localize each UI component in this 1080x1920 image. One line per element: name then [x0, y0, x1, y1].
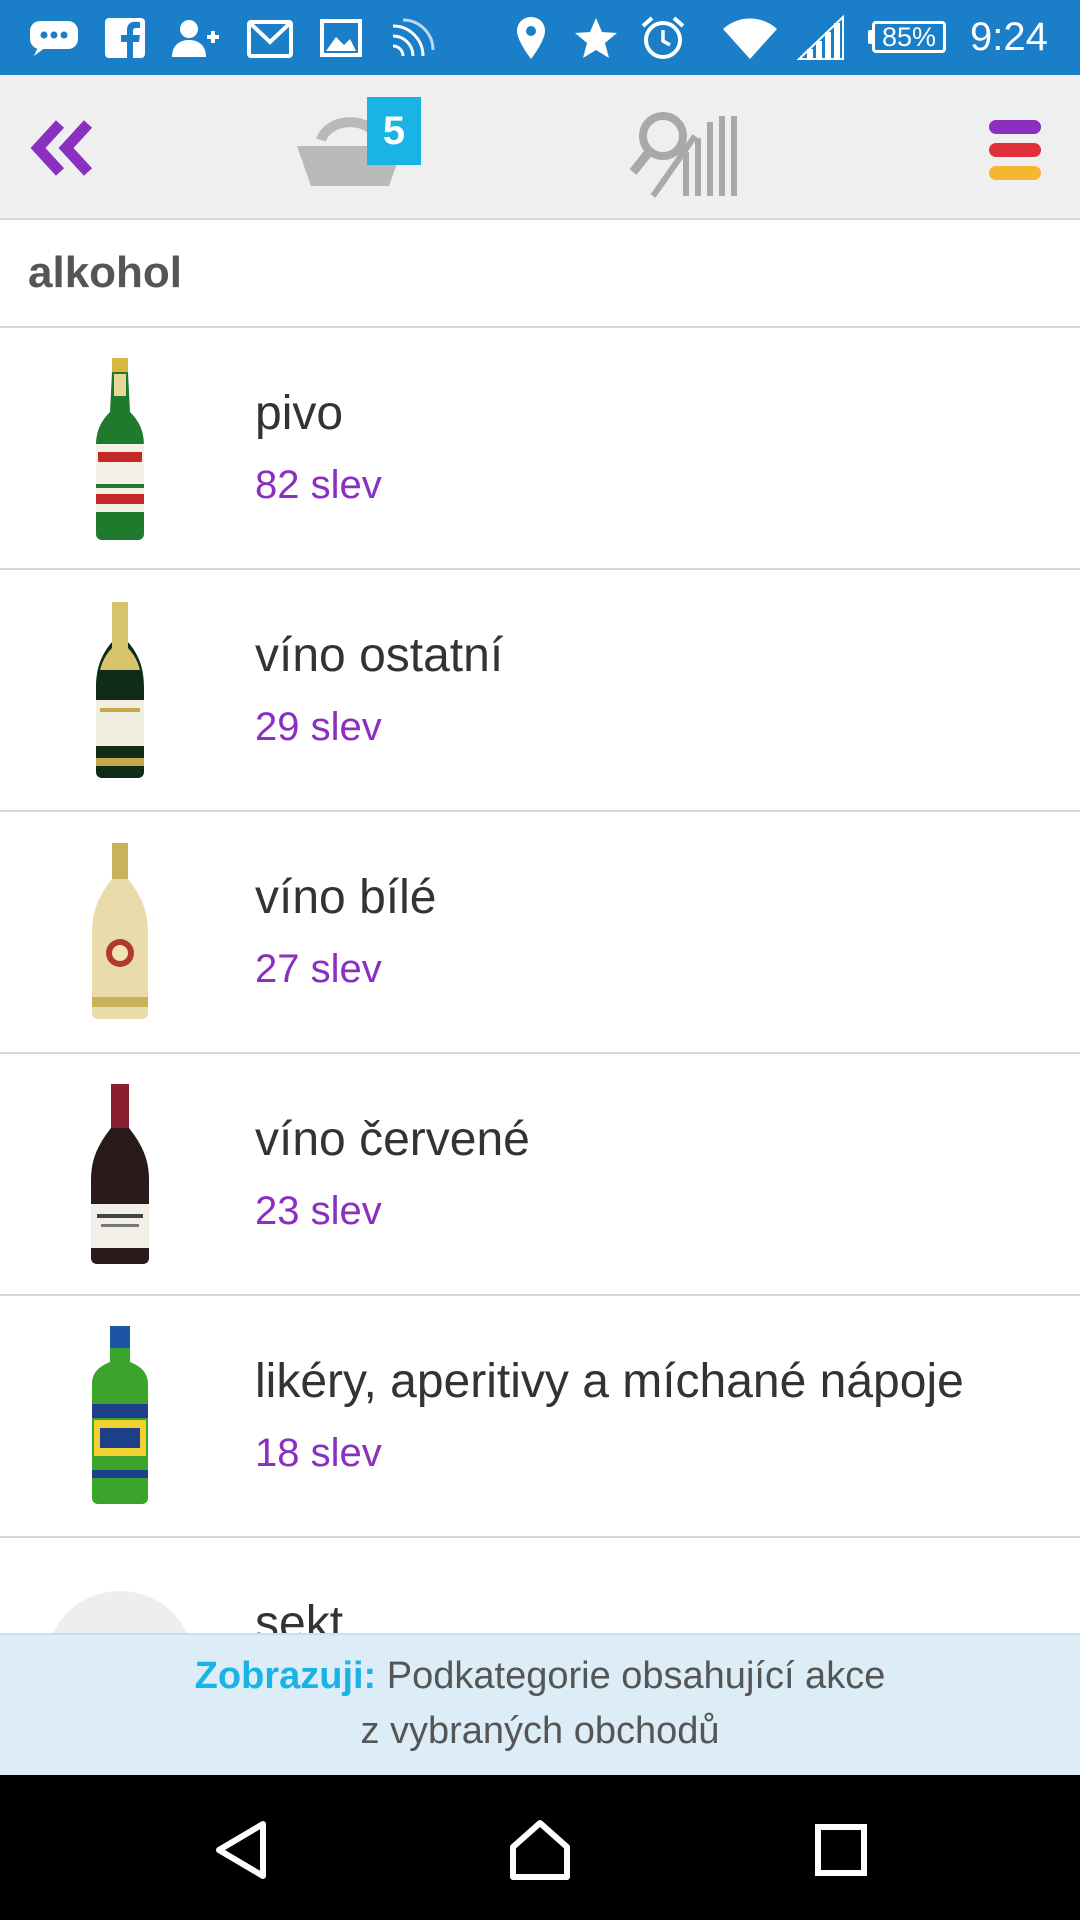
cast-icon [388, 12, 438, 64]
double-chevron-left-icon [30, 119, 93, 176]
alarm-icon [638, 12, 688, 64]
toolbar: 5 [0, 75, 1080, 220]
item-discount-count: 29 slev [255, 705, 382, 749]
liqueur-bottle-thumbnail [60, 1316, 180, 1516]
facebook-icon [103, 12, 147, 64]
beer-bottle-thumbnail [60, 348, 180, 548]
battery-icon: 85% [868, 18, 950, 56]
item-name: víno ostatní [255, 629, 504, 682]
add-contact-icon [168, 12, 222, 64]
item-name: likéry, aperitivy a míchané nápoje [255, 1355, 964, 1408]
list-item[interactable]: pivo 82 slev [0, 328, 1080, 570]
list-item[interactable]: víno červené 23 slev [0, 1054, 1080, 1296]
star-icon [573, 12, 619, 64]
signal-icon [796, 12, 846, 64]
back-button[interactable] [18, 105, 108, 190]
subcategory-list: pivo 82 slev víno ostatní 29 slev víno b… [0, 328, 1080, 1780]
category-title: alkohol [28, 248, 183, 297]
category-header: alkohol [0, 220, 1080, 328]
list-item[interactable]: likéry, aperitivy a míchané nápoje 18 sl… [0, 1296, 1080, 1538]
battery-percent: 85% [881, 21, 937, 52]
search-barcode-button[interactable] [620, 100, 760, 200]
menu-bar-bottom [989, 166, 1041, 180]
info-banner-line1: Zobrazuji: Podkategorie obsahující akce [0, 1649, 1080, 1704]
home-icon [510, 1820, 570, 1880]
list-item[interactable]: víno ostatní 29 slev [0, 570, 1080, 812]
item-name: pivo [255, 387, 344, 440]
back-triangle-icon [216, 1821, 266, 1879]
info-banner-label: Zobrazuji: [194, 1655, 377, 1697]
chat-icon [26, 12, 82, 64]
navigation-bar [0, 1775, 1080, 1920]
clock: 9:24 [970, 15, 1048, 59]
info-banner-text: Podkategorie obsahující akce [386, 1655, 886, 1697]
nav-back-button[interactable] [196, 1810, 286, 1890]
recents-square-icon [815, 1824, 867, 1876]
item-discount-count: 27 slev [255, 947, 382, 991]
gmail-icon [246, 12, 294, 64]
info-banner: Zobrazuji: Podkategorie obsahující akce … [0, 1633, 1080, 1775]
basket-button[interactable]: 5 [295, 90, 435, 200]
white-wine-bottle-thumbnail [60, 832, 180, 1032]
info-banner-line2: z vybraných obchodů [360, 1710, 720, 1752]
sparkling-wine-bottle-thumbnail [60, 590, 180, 790]
menu-bar-top [989, 120, 1041, 134]
image-icon [318, 12, 364, 64]
item-name: víno bílé [255, 871, 437, 924]
nav-home-button[interactable] [495, 1810, 585, 1890]
wifi-icon [720, 12, 780, 64]
nav-recents-button[interactable] [796, 1810, 886, 1890]
screen: 85% 9:24 5 alkohol pivo 82 slev víno ost… [0, 0, 1080, 1920]
status-bar: 85% 9:24 [0, 0, 1080, 75]
item-name: víno červené [255, 1113, 530, 1166]
item-discount-count: 23 slev [255, 1189, 382, 1233]
item-discount-count: 18 slev [255, 1431, 382, 1475]
basket-count-badge: 5 [367, 97, 421, 165]
red-wine-bottle-thumbnail [60, 1074, 180, 1274]
location-icon [512, 12, 550, 64]
menu-bar-middle [989, 143, 1041, 157]
list-item[interactable]: víno bílé 27 slev [0, 812, 1080, 1054]
search-barcode-icon [629, 112, 737, 198]
item-discount-count: 82 slev [255, 463, 382, 507]
menu-button[interactable] [975, 105, 1055, 190]
menu-icon [975, 105, 1055, 190]
